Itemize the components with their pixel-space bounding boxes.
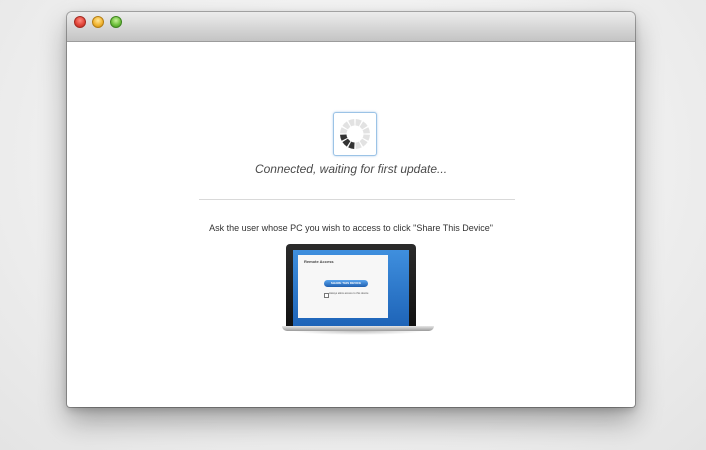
laptop-lid: Remote Access SHARE THIS DEVICE Always a…: [286, 244, 416, 326]
illustration-window-title: Remote Access: [304, 259, 334, 264]
laptop-illustration: Remote Access SHARE THIS DEVICE Always a…: [282, 244, 434, 335]
spinner-icon: [340, 119, 370, 149]
loading-spinner: [333, 112, 377, 156]
spinner-segment: [342, 121, 351, 130]
share-instruction-text: Ask the user whose PC you wish to access…: [209, 223, 493, 233]
laptop-screen: Remote Access SHARE THIS DEVICE Always a…: [293, 250, 409, 326]
illustration-share-device-button: SHARE THIS DEVICE: [324, 280, 368, 287]
close-window-button[interactable]: [74, 16, 86, 28]
spinner-segment: [342, 138, 351, 147]
minimize-window-button[interactable]: [92, 16, 104, 28]
laptop-shadow: [292, 331, 424, 335]
illustration-checkbox-label: Always allow access to this device: [329, 292, 369, 295]
title-bar: [67, 12, 635, 42]
illustration-remote-access-window: Remote Access SHARE THIS DEVICE Always a…: [298, 255, 388, 318]
connection-status-text: Connected, waiting for first update...: [254, 162, 448, 176]
spinner-segment: [359, 138, 368, 147]
spinner-segment: [359, 121, 368, 130]
app-window: Connected, waiting for first update... A…: [67, 12, 635, 407]
maximize-window-button[interactable]: [110, 16, 122, 28]
section-divider: [199, 199, 515, 200]
